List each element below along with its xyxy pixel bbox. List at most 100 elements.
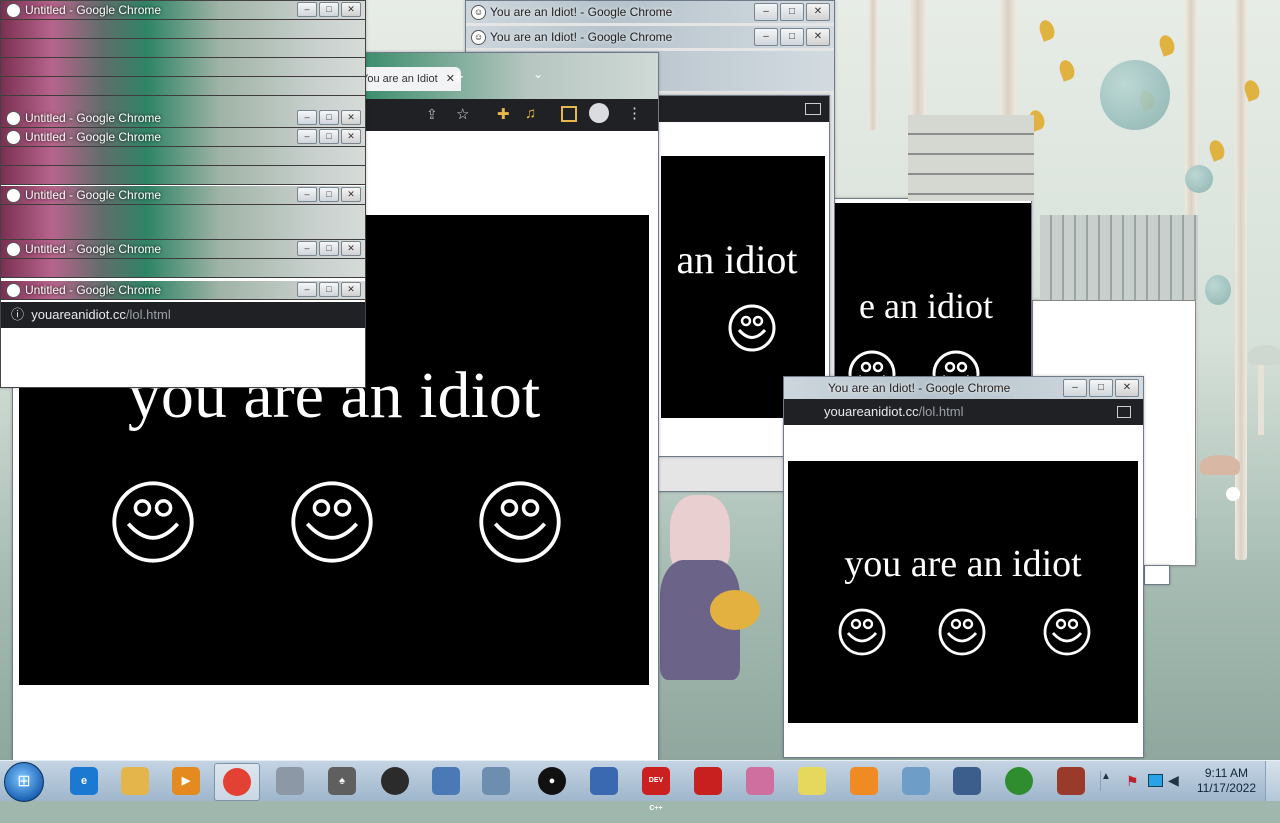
maximize-button[interactable]: □ [319,241,339,256]
media-control-icon[interactable]: ♫ [525,105,536,122]
maximize-button[interactable]: □ [319,282,339,297]
window-titlebar[interactable] [1,39,365,58]
window-titlebar[interactable]: Untitled - Google Chrome – □ ✕ [1,281,365,300]
media-player-icon: ▶ [172,767,200,795]
close-button[interactable]: ✕ [341,2,361,17]
minimize-button[interactable]: – [754,28,778,46]
smiley-favicon-icon: ☺ [471,30,486,45]
minimize-button[interactable]: – [1063,379,1087,397]
taskbar-notepad-button[interactable] [474,763,518,799]
taskbar-game-button[interactable] [1049,763,1093,799]
address-bar[interactable]: youareanidiot.cc/lol.html [784,399,1143,425]
profile-avatar-icon[interactable] [589,103,609,123]
maximize-button[interactable]: □ [319,129,339,144]
taskbar-internet-explorer-button[interactable]: e [62,763,106,799]
idiot-window-partial-right[interactable]: e an idiot [830,198,1032,390]
notepad-icon [482,767,510,795]
window-titlebar[interactable]: You are an Idiot! - Google Chrome – □ ✕ [784,377,1143,399]
close-button[interactable]: ✕ [341,187,361,202]
untitled-window-stack[interactable]: Untitled - Google Chrome – □ ✕ Untitled - … [0,0,366,388]
maximize-button[interactable]: □ [319,110,339,125]
minimize-button[interactable]: – [297,129,317,144]
window-titlebar[interactable]: ☺ You are an Idiot! - Google Chrome – □ … [466,1,834,23]
minimize-button[interactable]: – [297,187,317,202]
minimize-button[interactable]: – [297,2,317,17]
close-button[interactable]: ✕ [341,241,361,256]
uc-browser-icon [850,767,878,795]
window-titlebar[interactable]: Untitled - Google Chrome – □ ✕ [1,128,365,147]
clock[interactable]: 9:11 AM 11/17/2022 [1197,766,1256,796]
window-titlebar[interactable]: Untitled - Google Chrome – □ ✕ [1,240,365,259]
taskbar-uc-browser-button[interactable] [842,763,886,799]
taskbar-file-explorer-button[interactable] [113,763,157,799]
url-domain: youareanidiot.cc [824,404,919,419]
close-button[interactable]: ✕ [806,28,830,46]
maximize-button[interactable]: □ [780,28,804,46]
minimize-button[interactable]: – [297,110,317,125]
address-bar[interactable]: ⓘ youareanidiot.cc/lol.html [1,302,365,328]
window-titlebar[interactable] [1,166,365,185]
url-path: /lol.html [125,307,171,322]
idiot-window-small[interactable]: You are an Idiot! - Google Chrome – □ ✕ … [783,376,1144,758]
maximize-button[interactable]: □ [319,187,339,202]
minimize-button[interactable]: – [297,282,317,297]
action-center-flag-icon[interactable]: ⚑ [1126,773,1139,790]
close-button[interactable]: ✕ [341,129,361,144]
new-tab-icon[interactable]: + [453,67,464,88]
window-titlebar[interactable] [1,77,365,96]
window-titlebar[interactable]: Untitled - Google Chrome – □ ✕ [1,109,365,128]
taskbar-media-player-button[interactable]: ▶ [164,763,208,799]
extensions-icon[interactable]: ✚ [497,105,510,123]
minimize-button[interactable]: – [754,3,778,21]
close-button[interactable]: ✕ [806,3,830,21]
show-hidden-icons-icon[interactable]: ▲ [1100,771,1113,791]
url-domain: youareanidiot.cc [31,307,126,322]
info-icon[interactable]: ⓘ [11,307,24,322]
taskbar-network-button[interactable] [424,763,468,799]
taskbar-chrome-button[interactable] [214,763,260,801]
menu-kebab-icon[interactable]: ⋮ [627,104,642,122]
taskbar-snipping-button[interactable] [738,763,782,799]
popup-icon[interactable] [805,103,821,115]
window-titlebar[interactable]: Untitled - Google Chrome – □ ✕ [1,186,365,205]
clock-date: 11/17/2022 [1196,781,1256,795]
taskbar-app-record-button[interactable] [373,763,417,799]
taskbar-adobe-pdf-button[interactable] [686,763,730,799]
smiley-icon [112,481,194,563]
maximize-button[interactable]: □ [319,2,339,17]
background-window-white[interactable] [1144,565,1170,585]
window-toolbar [657,96,829,122]
volume-icon[interactable]: ◀ [1168,772,1179,789]
side-panel-icon[interactable] [561,106,577,122]
taskbar-remote-button[interactable] [582,763,626,799]
taskbar-windows-logo-button[interactable] [997,763,1041,799]
maximize-button[interactable]: □ [780,3,804,21]
maximize-button[interactable]: □ [1089,379,1113,397]
popup-icon[interactable] [1117,406,1131,418]
taskbar-solitaire-button[interactable]: ♠ [320,763,364,799]
window-titlebar[interactable]: ☺ You are an Idiot! - Google Chrome – □ … [466,26,834,48]
taskbar-paint-button[interactable] [894,763,938,799]
close-button[interactable]: ✕ [1115,379,1139,397]
minimize-button[interactable]: – [297,241,317,256]
window-titlebar[interactable]: Untitled - Google Chrome – □ ✕ [1,1,365,20]
share-icon[interactable]: ⇪ [426,106,438,123]
window-titlebar[interactable] [1,20,365,39]
tab-search-icon[interactable]: ⌄ [533,67,543,81]
close-button[interactable]: ✕ [341,282,361,297]
window-titlebar[interactable] [1,259,365,278]
close-button[interactable]: ✕ [341,110,361,125]
bookmark-star-icon[interactable]: ☆ [456,105,469,123]
taskbar-virtualbox-button[interactable] [945,763,989,799]
start-button[interactable]: ⊞ [4,762,44,802]
window-titlebar[interactable] [1,58,365,77]
taskbar-calculator-button[interactable] [268,763,312,799]
browser-tab[interactable]: You are an Idiot ✕ [353,67,461,91]
taskbar-dev-cpp-button[interactable]: DEV C++ [634,763,678,812]
network-icon[interactable] [1148,774,1163,787]
show-desktop-button[interactable] [1265,761,1280,801]
taskbar-record-button[interactable]: ● [530,763,574,799]
window-titlebar[interactable] [1,221,365,240]
taskbar-sticky-notes-button[interactable] [790,763,834,799]
window-titlebar[interactable] [1,147,365,166]
